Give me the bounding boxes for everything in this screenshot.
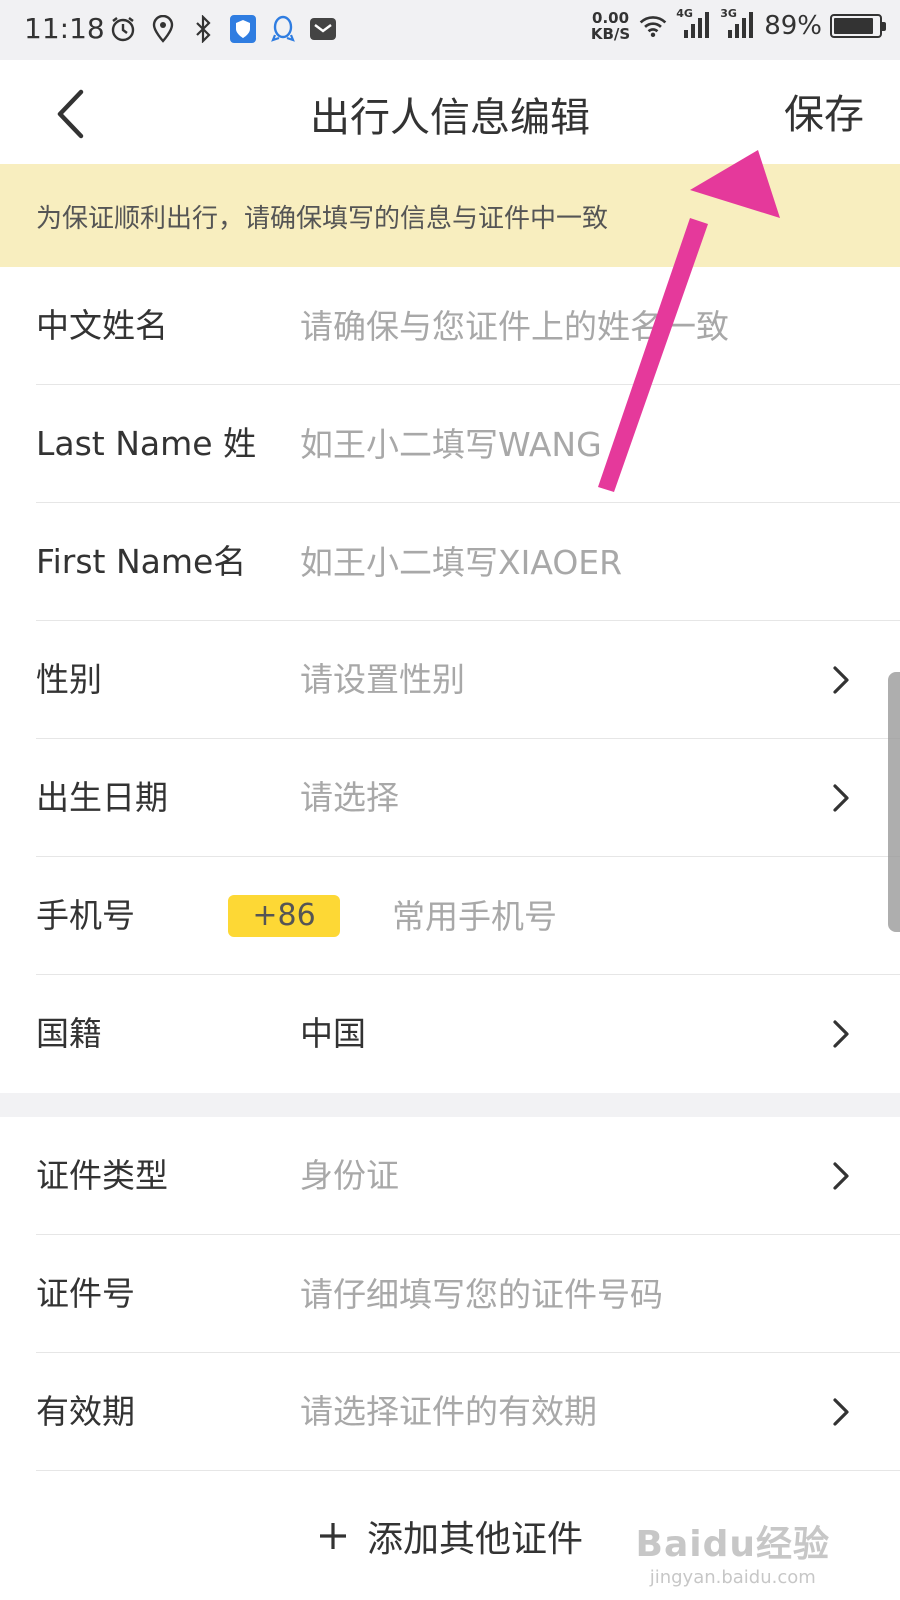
chevron-right-icon: [826, 1019, 856, 1049]
nationality-row[interactable]: 国籍 中国: [0, 975, 900, 1093]
header: 出行人信息编辑 保存: [0, 60, 900, 165]
battery-level: [834, 18, 873, 34]
net-speed-value: 0.00: [592, 9, 630, 27]
net-speed: 0.00 KB/S: [591, 10, 630, 42]
page-title: 出行人信息编辑: [310, 95, 590, 141]
chinese-name-row: 中文姓名: [0, 267, 900, 385]
last-name-label: Last Name 姓: [36, 424, 257, 463]
doc-type-row[interactable]: 证件类型 身份证: [0, 1117, 900, 1235]
section-divider: [0, 1093, 900, 1117]
chevron-right-icon: [826, 1161, 856, 1191]
doc-number-label: 证件号: [36, 1274, 135, 1313]
watermark-logo: Baidu经验: [635, 1524, 830, 1565]
validity-placeholder: 请选择证件的有效期: [300, 1392, 597, 1431]
first-name-label: First Name名: [36, 542, 247, 581]
status-bar: 11:18 0.00 KB/S 4G 3G 89%: [0, 0, 900, 60]
birth-date-label: 出生日期: [36, 778, 168, 817]
watermark-url: jingyan.baidu.com: [649, 1567, 816, 1588]
gender-row[interactable]: 性别 请设置性别: [0, 621, 900, 739]
baidu-watermark: Baidu经验 jingyan.baidu.com: [636, 1515, 830, 1588]
first-name-input[interactable]: [300, 532, 820, 592]
last-name-input[interactable]: [300, 414, 820, 474]
battery-percent: 89%: [764, 11, 822, 41]
qq-icon: [268, 14, 298, 44]
chinese-name-input[interactable]: [300, 296, 820, 356]
bluetooth-icon: [188, 14, 218, 44]
validity-label: 有效期: [36, 1392, 135, 1431]
mail-icon: [308, 14, 338, 44]
plus-icon: [319, 1523, 346, 1549]
nationality-value: 中国: [300, 1014, 366, 1053]
location-icon: [148, 14, 178, 44]
traveler-form: 中文姓名 Last Name 姓 First Name名 性别 请设置性别 出生…: [0, 267, 900, 1591]
notice-text: 为保证顺利出行，请确保填写的信息与证件中一致: [36, 204, 609, 234]
nationality-label: 国籍: [36, 1014, 102, 1053]
battery-icon: [830, 14, 886, 38]
last-name-row: Last Name 姓: [0, 385, 900, 503]
country-code-badge[interactable]: +86: [228, 895, 340, 937]
doc-number-input[interactable]: [300, 1264, 820, 1324]
chevron-right-icon: [826, 1397, 856, 1427]
doc-type-value: 身份证: [300, 1156, 399, 1195]
shield-app-icon: [228, 14, 258, 44]
add-document-label: 添加其他证件: [366, 1519, 583, 1560]
validity-row[interactable]: 有效期 请选择证件的有效期: [0, 1353, 900, 1471]
gender-label: 性别: [36, 660, 102, 699]
chinese-name-label: 中文姓名: [36, 306, 168, 345]
status-icons-left: [108, 14, 338, 44]
status-icons-right: 0.00 KB/S 4G 3G 89%: [591, 7, 886, 42]
birth-date-placeholder: 请选择: [300, 778, 399, 817]
chevron-right-icon: [826, 665, 856, 695]
alarm-icon: [108, 14, 138, 44]
doc-type-label: 证件类型: [36, 1156, 168, 1195]
wifi-icon: [638, 11, 668, 41]
add-document-content: 添加其他证件: [317, 1510, 583, 1562]
doc-number-row: 证件号: [0, 1235, 900, 1353]
notice-banner: 为保证顺利出行，请确保填写的信息与证件中一致: [0, 164, 900, 267]
scrollbar[interactable]: [888, 672, 900, 932]
phone-input[interactable]: [392, 886, 822, 946]
gender-placeholder: 请设置性别: [300, 660, 465, 699]
signal-3g-icon: 3G: [720, 7, 756, 41]
save-button[interactable]: 保存: [784, 82, 864, 140]
status-time: 11:18: [24, 12, 105, 45]
phone-label: 手机号: [36, 896, 135, 935]
signal-4g-icon: 4G: [676, 7, 712, 41]
chevron-right-icon: [826, 783, 856, 813]
birth-date-row[interactable]: 出生日期 请选择: [0, 739, 900, 857]
net-speed-unit: KB/S: [590, 25, 631, 43]
first-name-row: First Name名: [0, 503, 900, 621]
phone-row: 手机号 +86: [0, 857, 900, 975]
